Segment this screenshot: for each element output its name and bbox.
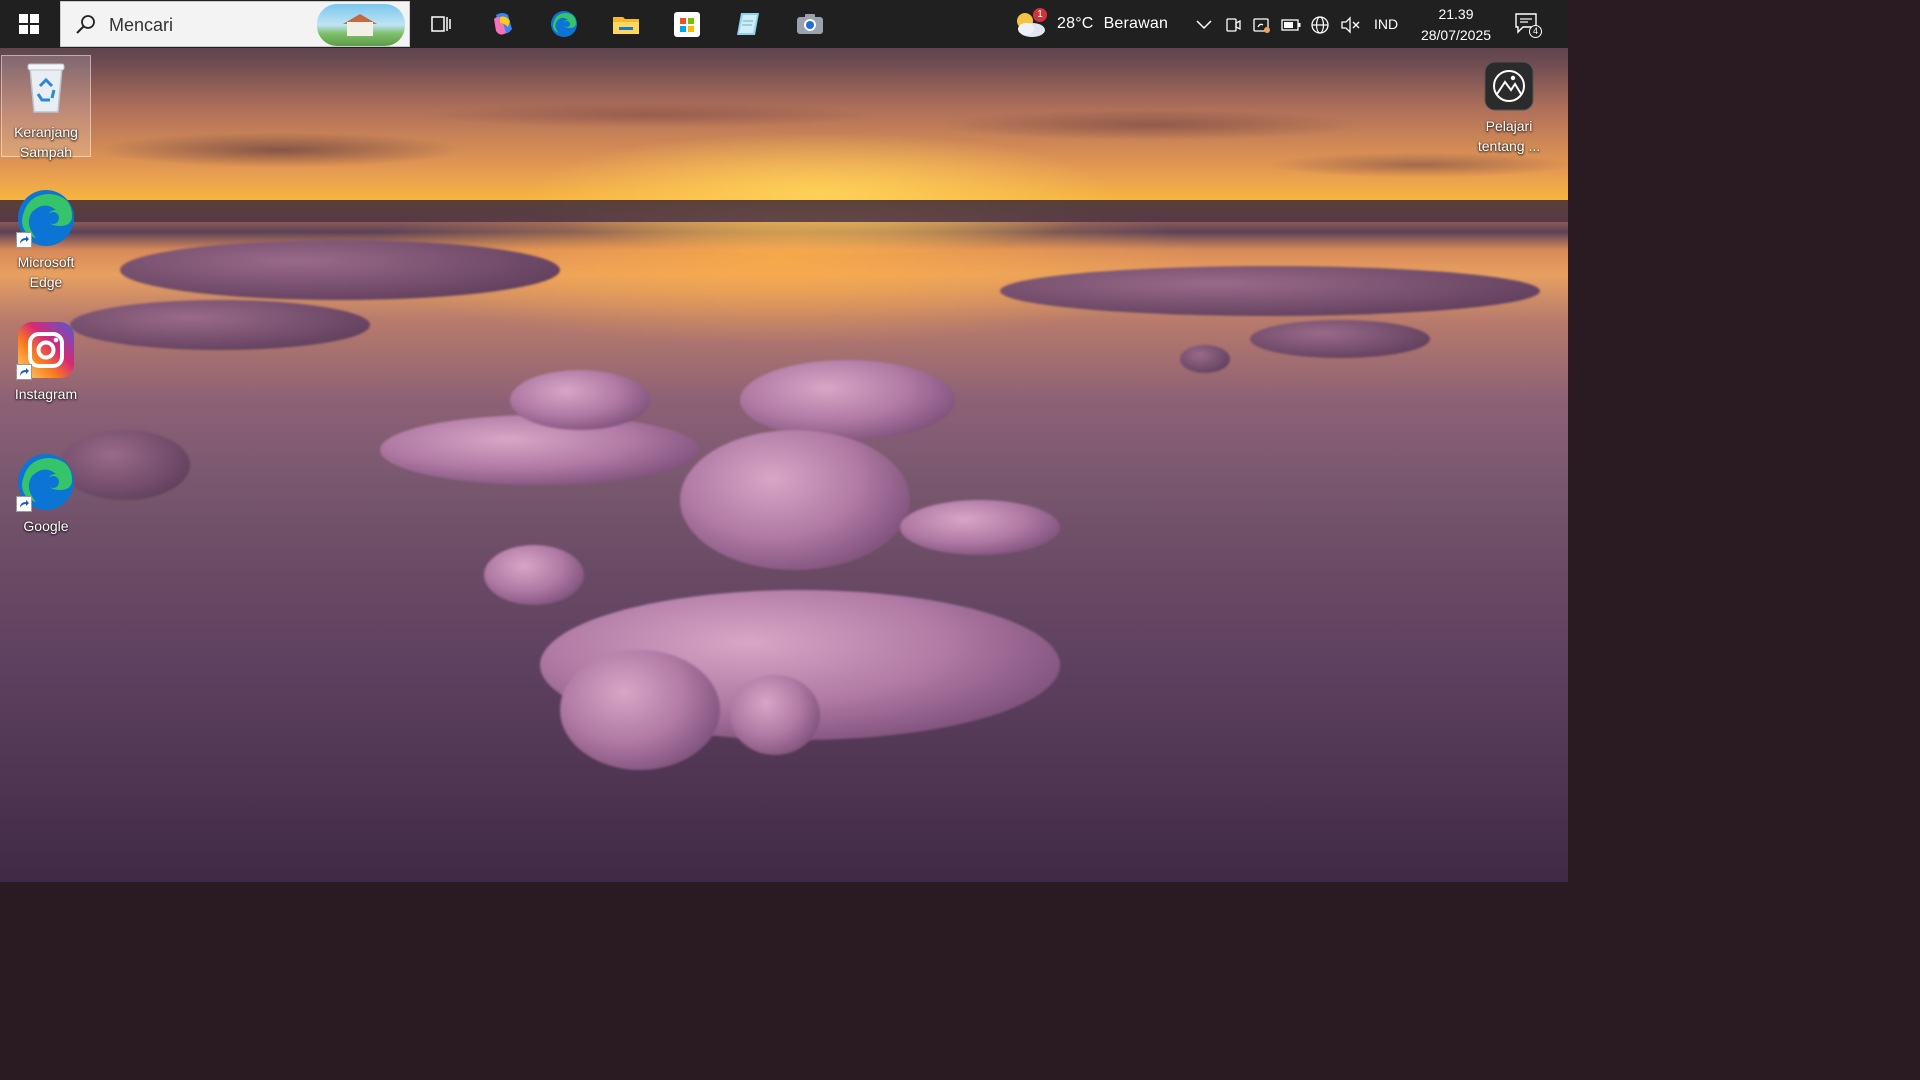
wallpaper-salt-patch (70, 300, 370, 350)
wallpaper-salt-patch (510, 370, 650, 430)
search-placeholder: Mencari (109, 15, 174, 35)
start-button[interactable] (0, 0, 58, 48)
desktop-icon-instagram[interactable]: Instagram (1, 318, 91, 404)
onedrive-icon[interactable] (1251, 14, 1273, 36)
network-icon[interactable] (1309, 14, 1331, 36)
camera-icon[interactable] (794, 8, 826, 40)
shortcut-arrow-icon (16, 364, 32, 380)
wallpaper-salt-patch (900, 500, 1060, 555)
microsoft-store-icon[interactable] (671, 8, 703, 40)
wallpaper-salt-patch (120, 240, 560, 300)
wallpaper-salt-patch (380, 415, 700, 485)
battery-icon[interactable] (1280, 14, 1302, 36)
desktop-icon-microsoft-edge[interactable]: Microsoft Edge (1, 186, 91, 292)
notification-count-badge: 4 (1529, 25, 1542, 38)
shortcut-arrow-icon (16, 232, 32, 248)
desktop-icon-label: Microsoft Edge (17, 254, 75, 290)
wallpaper-salt-patch (1000, 266, 1540, 316)
volume-muted-icon[interactable] (1339, 14, 1361, 36)
search-box[interactable]: Mencari (60, 1, 410, 47)
wallpaper-salt-patch (484, 545, 584, 605)
shortcut-arrow-icon (16, 496, 32, 512)
edge-icon (16, 452, 76, 512)
windows-logo-icon (19, 14, 39, 34)
desktop-wallpaper (0, 0, 1568, 882)
weather-alert-badge: 1 (1033, 8, 1047, 22)
recycle-bin-icon (16, 58, 76, 118)
desktop-icon-google[interactable]: Google (1, 450, 91, 536)
search-highlight-illustration[interactable] (317, 4, 405, 46)
wallpaper-salt-patch (1180, 345, 1230, 373)
chevron-up-icon[interactable] (1193, 14, 1215, 36)
wallpaper-salt-patch (560, 650, 720, 770)
wallpaper-salt-patch (1250, 320, 1430, 358)
wallpaper-horizon (0, 200, 1568, 222)
wallpaper-salt-patch (740, 360, 955, 440)
file-explorer-icon[interactable] (610, 8, 642, 40)
desktop-icon-recycle-bin[interactable]: Keranjang Sampah (1, 55, 91, 160)
copilot-icon[interactable] (487, 8, 519, 40)
learn-about-picture-icon (1483, 60, 1535, 112)
wallpaper-salt-patch (730, 675, 820, 755)
weather-temperature: 28°C (1057, 15, 1094, 32)
notes-icon[interactable] (732, 8, 764, 40)
desktop-icon-label: Google (23, 518, 69, 534)
desktop-icon-learn-about-picture[interactable]: Pelajari tentang ... (1464, 58, 1554, 156)
desktop-icon-label: Instagram (14, 386, 78, 402)
taskbar: Mencari 1 28°C Berawan IND 21.39 28/07/2… (0, 0, 1568, 48)
clock-time: 21.39 (1438, 6, 1474, 22)
desktop-icon-label: Pelajari tentang ... (1477, 118, 1541, 154)
weather-widget[interactable]: 1 28°C Berawan (1013, 6, 1168, 42)
input-language-indicator[interactable]: IND (1374, 16, 1398, 32)
search-icon (75, 14, 97, 41)
meet-now-icon[interactable] (1222, 14, 1244, 36)
task-view-icon[interactable] (425, 8, 457, 40)
clock-date: 28/07/2025 (1420, 27, 1492, 43)
weather-condition: Berawan (1103, 15, 1169, 32)
wallpaper-salt-patch (680, 430, 910, 570)
edge-icon[interactable] (548, 8, 580, 40)
edge-icon (16, 188, 76, 248)
instagram-icon (16, 320, 76, 380)
system-clock[interactable]: 21.39 28/07/2025 (1410, 4, 1502, 46)
desktop-icon-label: Keranjang Sampah (14, 124, 78, 160)
notification-center-button[interactable]: 4 (1514, 12, 1542, 38)
